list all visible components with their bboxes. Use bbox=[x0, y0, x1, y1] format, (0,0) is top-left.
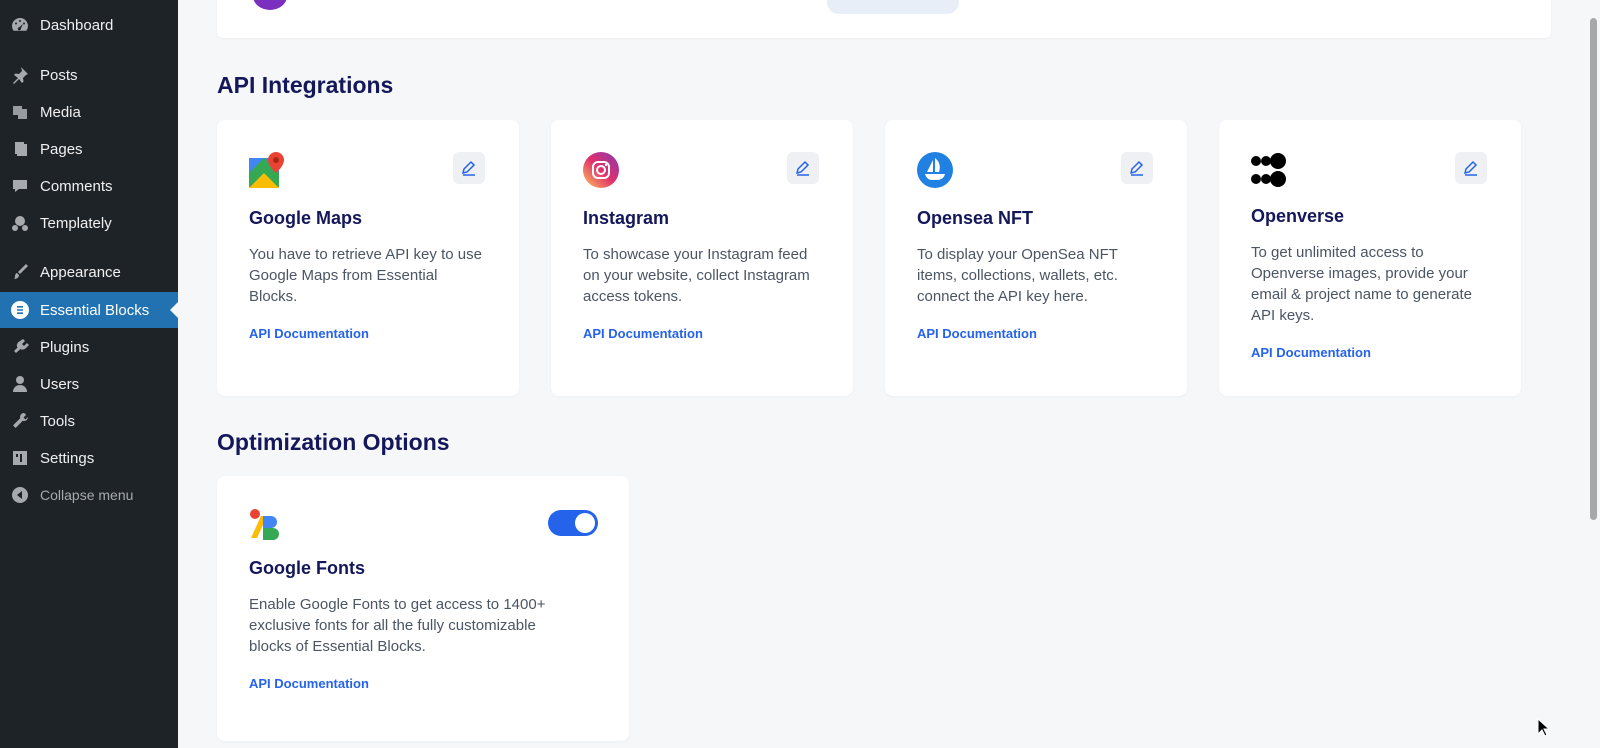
google-fonts-icon bbox=[249, 508, 285, 544]
admin-sidebar: Dashboard Posts Media Pages Comments Tem… bbox=[0, 0, 178, 748]
brush-icon bbox=[10, 262, 30, 282]
sidebar-item-label: Appearance bbox=[40, 263, 121, 281]
sidebar-item-pages[interactable]: Pages bbox=[0, 131, 178, 167]
dashboard-icon bbox=[10, 15, 30, 35]
card-description: You have to retrieve API key to use Goog… bbox=[249, 246, 482, 305]
pages-icon bbox=[10, 139, 30, 159]
wrench-icon bbox=[10, 411, 30, 431]
comment-icon bbox=[10, 176, 30, 196]
sidebar-item-templately[interactable]: Templately bbox=[0, 205, 178, 241]
pin-icon bbox=[10, 65, 30, 85]
sidebar-item-label: Media bbox=[40, 103, 81, 121]
edit-openverse-button[interactable] bbox=[1455, 152, 1487, 184]
plugin-icon bbox=[10, 337, 30, 357]
card-title: Openverse bbox=[1251, 206, 1345, 226]
card-title: Google Maps bbox=[249, 208, 363, 228]
essential-blocks-icon bbox=[10, 300, 30, 320]
vertical-scrollbar[interactable] bbox=[1590, 18, 1597, 520]
instagram-icon bbox=[583, 152, 619, 188]
mouse-cursor-icon bbox=[1537, 717, 1551, 738]
sidebar-item-label: Templately bbox=[40, 214, 112, 232]
sidebar-item-label: Essential Blocks bbox=[40, 301, 150, 319]
option-card-google-fonts: Google Fonts Enable Google Fonts to get … bbox=[217, 476, 629, 741]
settings-icon bbox=[10, 448, 30, 468]
sidebar-item-posts[interactable]: Posts bbox=[0, 57, 178, 93]
media-icon bbox=[10, 102, 30, 122]
opensea-icon bbox=[917, 152, 953, 188]
sidebar-item-label: Comments bbox=[40, 177, 113, 195]
api-card-google-maps: Google Maps You have to retrieve API key… bbox=[217, 120, 519, 396]
partial-pill bbox=[827, 0, 959, 14]
api-card-instagram: Instagram To showcase your Instagram fee… bbox=[551, 120, 853, 396]
api-documentation-link[interactable]: API Documentation bbox=[917, 326, 1037, 341]
api-documentation-link[interactable]: API Documentation bbox=[249, 326, 369, 341]
api-card-opensea: Opensea NFT To display your OpenSea NFT … bbox=[885, 120, 1187, 396]
card-description: To showcase your Instagram feed on your … bbox=[583, 246, 810, 305]
partial-logo-icon bbox=[253, 0, 287, 10]
sidebar-item-label: Settings bbox=[40, 449, 95, 467]
sidebar-item-plugins[interactable]: Plugins bbox=[0, 329, 178, 365]
sidebar-item-users[interactable]: Users bbox=[0, 366, 178, 402]
card-title: Instagram bbox=[583, 208, 670, 228]
sidebar-item-label: Dashboard bbox=[40, 16, 114, 34]
collapse-menu-button[interactable]: Collapse menu bbox=[0, 477, 178, 513]
edit-google-maps-button[interactable] bbox=[453, 152, 485, 184]
sidebar-item-label: Plugins bbox=[40, 338, 90, 356]
api-documentation-link[interactable]: API Documentation bbox=[1251, 345, 1371, 360]
top-card-partial bbox=[217, 0, 1551, 38]
openverse-icon bbox=[1251, 152, 1287, 188]
api-integrations-title: API Integrations bbox=[217, 72, 394, 98]
sidebar-item-essential-blocks[interactable]: Essential Blocks bbox=[0, 292, 178, 328]
pencil-icon bbox=[1463, 160, 1478, 176]
sidebar-item-media[interactable]: Media bbox=[0, 94, 178, 130]
optimization-options-title: Optimization Options bbox=[217, 429, 450, 455]
sidebar-item-label: Posts bbox=[40, 66, 78, 84]
api-documentation-link[interactable]: API Documentation bbox=[249, 676, 369, 691]
api-documentation-link[interactable]: API Documentation bbox=[583, 326, 703, 341]
card-title: Opensea NFT bbox=[917, 208, 1034, 228]
sidebar-item-tools[interactable]: Tools bbox=[0, 403, 178, 439]
sidebar-item-dashboard[interactable]: Dashboard bbox=[0, 7, 178, 43]
api-card-openverse: Openverse To get unlimited access to Ope… bbox=[1219, 120, 1521, 396]
main-content: API Integrations Google Maps You have to… bbox=[178, 0, 1578, 748]
pencil-icon bbox=[795, 160, 810, 176]
user-icon bbox=[10, 374, 30, 394]
sidebar-item-comments[interactable]: Comments bbox=[0, 168, 178, 204]
sidebar-item-label: Tools bbox=[40, 412, 76, 430]
sidebar-item-label: Users bbox=[40, 375, 80, 393]
card-description: Enable Google Fonts to get access to 140… bbox=[249, 596, 546, 655]
card-description: To display your OpenSea NFT items, colle… bbox=[917, 246, 1118, 305]
toggle-knob bbox=[575, 513, 595, 533]
card-title: Google Fonts bbox=[249, 558, 365, 578]
collapse-menu-label: Collapse menu bbox=[40, 487, 134, 503]
google-fonts-toggle[interactable] bbox=[548, 510, 598, 536]
pencil-icon bbox=[1129, 160, 1144, 176]
templately-icon bbox=[10, 213, 30, 233]
pencil-icon bbox=[461, 160, 476, 176]
sidebar-item-label: Pages bbox=[40, 140, 83, 158]
card-description: To get unlimited access to Openverse ima… bbox=[1251, 244, 1472, 324]
edit-opensea-button[interactable] bbox=[1121, 152, 1153, 184]
collapse-icon bbox=[10, 485, 30, 505]
google-maps-icon bbox=[249, 152, 285, 188]
sidebar-item-settings[interactable]: Settings bbox=[0, 440, 178, 476]
edit-instagram-button[interactable] bbox=[787, 152, 819, 184]
sidebar-item-appearance[interactable]: Appearance bbox=[0, 254, 178, 290]
